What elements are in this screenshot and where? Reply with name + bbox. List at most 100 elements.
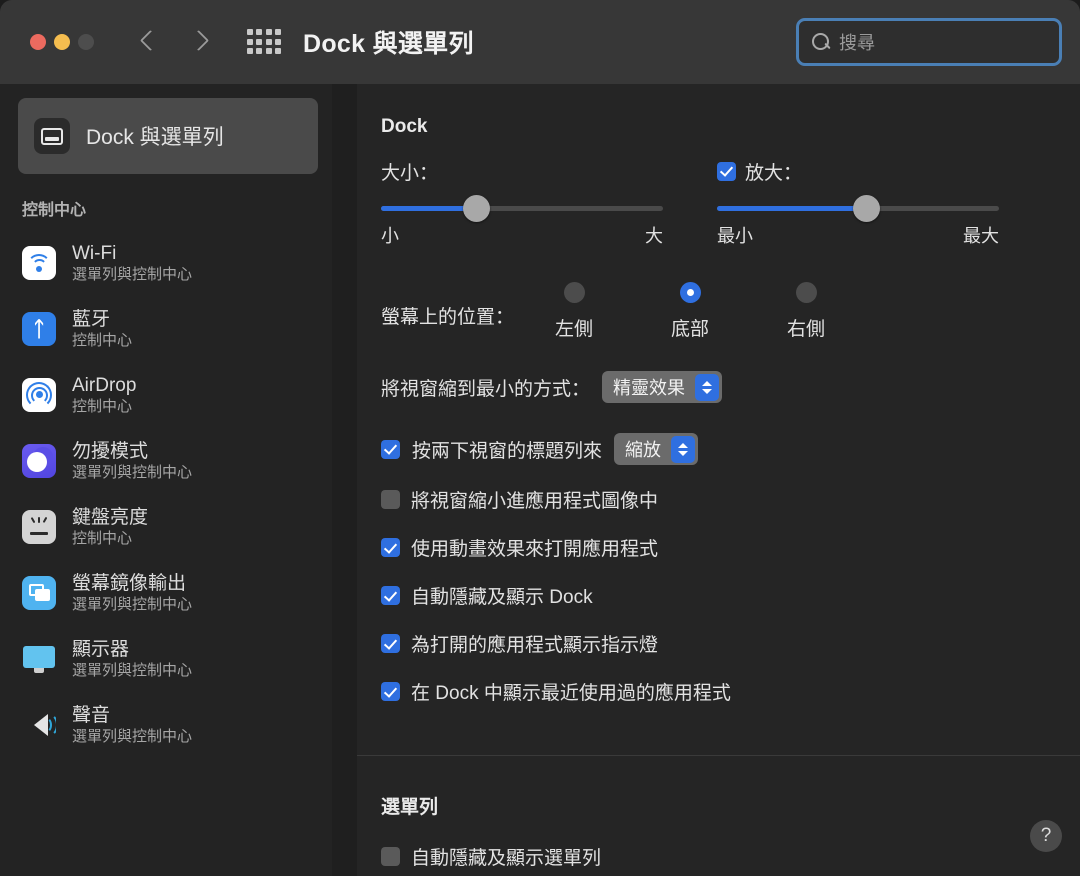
system-preferences-window: Dock 與選單列 搜尋 Dock 與選單列 控制中心 Wi-Fi 選單列與控制… xyxy=(0,0,1080,876)
dock-position-option-bottom[interactable]: 底部 xyxy=(660,282,720,341)
search-icon xyxy=(811,32,831,52)
sidebar-item-name: 藍牙 xyxy=(72,309,132,331)
menubar-section-title: 選單列 xyxy=(381,792,1080,819)
help-button[interactable]: ? xyxy=(1030,820,1062,852)
checkbox-row-autohide-dock[interactable]: 自動隱藏及顯示 Dock xyxy=(381,582,1080,609)
screen-mirroring-icon xyxy=(22,576,56,610)
sidebar-item-keyboard-brightness[interactable]: 鍵盤亮度 控制中心 xyxy=(0,494,332,560)
radio-bottom-label: 底部 xyxy=(671,314,709,341)
titlebar: Dock 與選單列 搜尋 xyxy=(0,0,1080,84)
checkbox-label: 為打開的應用程式顯示指示燈 xyxy=(411,630,658,657)
dock-size-max-label: 大 xyxy=(645,222,663,248)
sidebar-item-sound[interactable]: 聲音 選單列與控制中心 xyxy=(0,692,332,758)
radio-left-label: 左側 xyxy=(555,314,593,341)
magnification-label: 放大： xyxy=(745,158,802,185)
checkbox-label: 自動隱藏及顯示 Dock xyxy=(411,582,593,609)
window-controls xyxy=(30,34,94,50)
menubar-section: 選單列 自動隱藏及顯示選單列 xyxy=(357,756,1080,870)
minimize-effect-row: 將視窗縮到最小的方式： 精靈效果 xyxy=(381,371,1080,403)
sidebar-item-sub: 選單列與控制中心 xyxy=(72,266,192,283)
minimize-effect-popup[interactable]: 精靈效果 xyxy=(602,371,722,403)
minimize-into-icon-checkbox[interactable] xyxy=(381,490,400,509)
sidebar-item-name: AirDrop xyxy=(72,375,136,397)
radio-bottom[interactable] xyxy=(680,282,701,303)
dock-icon xyxy=(34,118,70,154)
dock-size-label: 大小： xyxy=(381,158,671,184)
sound-icon xyxy=(22,708,56,742)
double-click-titlebar-value: 縮放 xyxy=(625,436,661,462)
checkbox-row-animate-opening[interactable]: 使用動畫效果來打開應用程式 xyxy=(381,534,1080,561)
sidebar-item-sub: 控制中心 xyxy=(72,398,136,415)
dock-sliders: 大小： 小 大 放大： xyxy=(357,158,1080,248)
sidebar-item-sub: 選單列與控制中心 xyxy=(72,662,192,679)
airdrop-icon xyxy=(22,378,56,412)
sidebar-item-name: 顯示器 xyxy=(72,639,192,661)
display-icon xyxy=(22,642,56,676)
autohide-menubar-checkbox[interactable] xyxy=(381,847,400,866)
forward-chevron-icon[interactable] xyxy=(187,28,207,56)
sidebar-item-sub: 控制中心 xyxy=(72,530,148,547)
radio-right-label: 右側 xyxy=(787,314,825,341)
dock-position-option-right[interactable]: 右側 xyxy=(776,282,836,341)
checkbox-row-minimize-into-icon[interactable]: 將視窗縮小進應用程式圖像中 xyxy=(381,486,1080,513)
sidebar-item-sub: 選單列與控制中心 xyxy=(72,728,192,745)
show-recents-checkbox[interactable] xyxy=(381,682,400,701)
sidebar-selected-label: Dock 與選單列 xyxy=(86,121,224,151)
search-placeholder: 搜尋 xyxy=(839,29,875,55)
wifi-icon xyxy=(22,246,56,280)
sidebar-item-name: 螢幕鏡像輸出 xyxy=(72,573,192,595)
sidebar-item-sub: 選單列與控制中心 xyxy=(72,464,192,481)
sidebar-item-airdrop[interactable]: AirDrop 控制中心 xyxy=(0,362,332,428)
radio-right[interactable] xyxy=(796,282,817,303)
close-button[interactable] xyxy=(30,34,46,50)
dock-magnification-control: 放大： 最小 最大 xyxy=(717,158,1007,248)
dock-magnification-slider[interactable] xyxy=(717,206,999,211)
sidebar-item-name: 鍵盤亮度 xyxy=(72,507,148,529)
checkbox-row-autohide-menubar[interactable]: 自動隱藏及顯示選單列 xyxy=(381,843,1080,870)
dock-size-min-label: 小 xyxy=(381,222,399,248)
sidebar-item-bluetooth[interactable]: ᛏ 藍牙 控制中心 xyxy=(0,296,332,362)
sidebar-divider xyxy=(332,84,357,876)
radio-left[interactable] xyxy=(564,282,585,303)
minimize-button[interactable] xyxy=(54,34,70,50)
sidebar-item-screen-mirroring[interactable]: 螢幕鏡像輸出 選單列與控制中心 xyxy=(0,560,332,626)
minimize-effect-value: 精靈效果 xyxy=(613,374,685,400)
checkbox-label: 自動隱藏及顯示選單列 xyxy=(411,843,601,870)
back-chevron-icon[interactable] xyxy=(139,28,159,56)
animate-opening-checkbox[interactable] xyxy=(381,538,400,557)
dock-size-slider[interactable] xyxy=(381,206,663,211)
show-all-grid-icon[interactable] xyxy=(247,29,281,55)
sidebar-item-display[interactable]: 顯示器 選單列與控制中心 xyxy=(0,626,332,692)
sidebar-item-do-not-disturb[interactable]: 勿擾模式 選單列與控制中心 xyxy=(0,428,332,494)
double-click-titlebar-row: 按兩下視窗的標題列來 縮放 xyxy=(381,433,1080,465)
dock-position-label: 螢幕上的位置： xyxy=(381,302,514,329)
magnification-checkbox[interactable] xyxy=(717,162,736,181)
page-title: Dock 與選單列 xyxy=(303,24,474,60)
sidebar-item-name: 勿擾模式 xyxy=(72,441,192,463)
autohide-dock-checkbox[interactable] xyxy=(381,586,400,605)
show-indicators-checkbox[interactable] xyxy=(381,634,400,653)
sidebar-group-title: 控制中心 xyxy=(22,196,332,220)
checkbox-label: 使用動畫效果來打開應用程式 xyxy=(411,534,658,561)
dock-size-control: 大小： 小 大 xyxy=(381,158,671,248)
chevron-updown-icon xyxy=(671,436,695,463)
sidebar-item-sub: 選單列與控制中心 xyxy=(72,596,192,613)
dock-position-option-left[interactable]: 左側 xyxy=(544,282,604,341)
sidebar-item-name: 聲音 xyxy=(72,705,192,727)
sidebar-item-sub: 控制中心 xyxy=(72,332,132,349)
double-click-titlebar-checkbox[interactable] xyxy=(381,440,400,459)
magnification-min-label: 最小 xyxy=(717,222,753,248)
keyboard-brightness-icon xyxy=(22,510,56,544)
double-click-titlebar-popup[interactable]: 縮放 xyxy=(614,433,698,465)
checkbox-label: 在 Dock 中顯示最近使用過的應用程式 xyxy=(411,678,731,705)
sidebar-item-wifi[interactable]: Wi-Fi 選單列與控制中心 xyxy=(0,230,332,296)
magnification-max-label: 最大 xyxy=(963,222,999,248)
checkbox-row-show-recents[interactable]: 在 Dock 中顯示最近使用過的應用程式 xyxy=(381,678,1080,705)
sidebar: Dock 與選單列 控制中心 Wi-Fi 選單列與控制中心 ᛏ 藍牙 控制中心 xyxy=(0,84,332,876)
chevron-updown-icon xyxy=(695,374,719,401)
search-field[interactable]: 搜尋 xyxy=(796,18,1062,66)
zoom-button[interactable] xyxy=(78,34,94,50)
checkbox-row-show-indicators[interactable]: 為打開的應用程式顯示指示燈 xyxy=(381,630,1080,657)
navigation-buttons xyxy=(139,28,207,56)
sidebar-item-dock-and-menu-bar[interactable]: Dock 與選單列 xyxy=(18,98,318,174)
